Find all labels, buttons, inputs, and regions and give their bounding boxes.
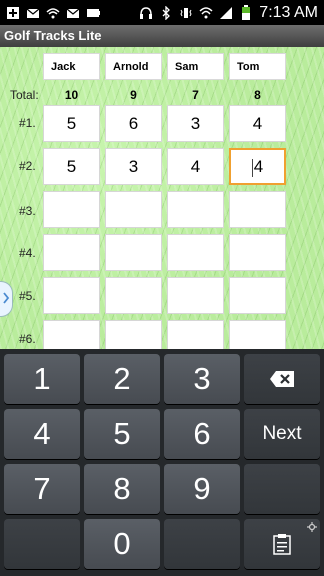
hole-label: #2. <box>19 159 36 173</box>
score-cell[interactable] <box>43 277 100 314</box>
score-cell-focused[interactable]: 4 <box>229 148 286 185</box>
score-cell[interactable] <box>105 277 162 314</box>
blank-key[interactable] <box>244 464 320 514</box>
key-7[interactable]: 7 <box>4 464 80 514</box>
player-name-arnold[interactable]: Arnold <box>105 53 162 80</box>
key-8[interactable]: 8 <box>84 464 160 514</box>
score-value: 4 <box>253 157 264 176</box>
clock: 7:13 AM <box>259 3 318 21</box>
notification-icons <box>6 3 100 22</box>
wifi-open-icon <box>46 6 60 20</box>
bluetooth-icon <box>159 5 173 20</box>
total-label: Total: <box>10 88 39 102</box>
score-cell[interactable]: 3 <box>167 105 224 142</box>
key-5[interactable]: 5 <box>84 409 160 459</box>
score-cell[interactable] <box>43 234 100 271</box>
hole-label: #4. <box>19 246 36 260</box>
hole-label: #5. <box>19 289 36 303</box>
player-name-tom[interactable]: Tom <box>229 53 286 80</box>
score-cell[interactable] <box>229 277 286 314</box>
key-3[interactable]: 3 <box>164 354 240 404</box>
hole-label: #3. <box>19 204 36 218</box>
mail-icon <box>66 6 80 20</box>
player-name-sam[interactable]: Sam <box>167 53 224 80</box>
key-4[interactable]: 4 <box>4 409 80 459</box>
key-0[interactable]: 0 <box>84 519 160 569</box>
score-cell[interactable]: 5 <box>43 148 100 185</box>
player-name-jack[interactable]: Jack <box>43 53 100 80</box>
score-cell[interactable] <box>229 234 286 271</box>
signal-icon <box>219 6 233 20</box>
score-cell[interactable] <box>229 320 286 349</box>
key-2[interactable]: 2 <box>84 354 160 404</box>
score-cell[interactable] <box>105 234 162 271</box>
battery-icon <box>239 4 253 20</box>
clipboard-icon <box>273 534 291 555</box>
battery-full-icon <box>86 6 100 20</box>
key-9[interactable]: 9 <box>164 464 240 514</box>
hole-label: #1. <box>19 116 36 130</box>
blank-key[interactable] <box>164 519 240 569</box>
headset-icon <box>139 6 153 20</box>
app-title-bar: Golf Tracks Lite <box>0 25 324 47</box>
clipboard-key[interactable] <box>244 519 320 569</box>
score-cell[interactable] <box>105 320 162 349</box>
total-tom: 8 <box>254 88 261 102</box>
key-1[interactable]: 1 <box>4 354 80 404</box>
scorecard: Jack Arnold Sam Tom Total: 10 9 7 8 #1. … <box>0 47 324 349</box>
hole-label: #6. <box>19 332 36 346</box>
score-cell[interactable]: 5 <box>43 105 100 142</box>
score-cell[interactable] <box>229 191 286 228</box>
next-key[interactable]: Next <box>244 409 320 459</box>
score-cell[interactable]: 6 <box>105 105 162 142</box>
key-6[interactable]: 6 <box>164 409 240 459</box>
score-cell[interactable] <box>167 234 224 271</box>
side-drawer-tab[interactable] <box>0 281 13 317</box>
backspace-icon <box>270 371 294 387</box>
total-arnold: 9 <box>130 88 137 102</box>
score-cell[interactable]: 4 <box>167 148 224 185</box>
total-sam: 7 <box>192 88 199 102</box>
chevron-right-icon <box>3 292 10 304</box>
score-cell[interactable] <box>43 191 100 228</box>
score-cell[interactable] <box>167 320 224 349</box>
text-cursor <box>251 158 253 177</box>
score-cell[interactable] <box>105 191 162 228</box>
vibrate-icon <box>179 6 193 20</box>
score-cell[interactable] <box>167 277 224 314</box>
numeric-keyboard: 1 2 3 4 5 6 Next 7 8 9 0 <box>0 349 324 576</box>
blank-key[interactable] <box>4 519 80 569</box>
score-cell[interactable]: 4 <box>229 105 286 142</box>
score-cell[interactable] <box>167 191 224 228</box>
wifi-icon <box>199 6 213 20</box>
status-bar: 7:13 AM <box>0 0 324 25</box>
settings-gear-icon <box>307 522 317 532</box>
backspace-key[interactable] <box>244 354 320 404</box>
score-cell[interactable] <box>43 320 100 349</box>
system-icons: 7:13 AM <box>139 3 318 22</box>
total-jack: 10 <box>64 88 79 102</box>
email-icon <box>26 6 40 20</box>
score-cell[interactable]: 3 <box>105 148 162 185</box>
add-icon <box>6 6 20 20</box>
